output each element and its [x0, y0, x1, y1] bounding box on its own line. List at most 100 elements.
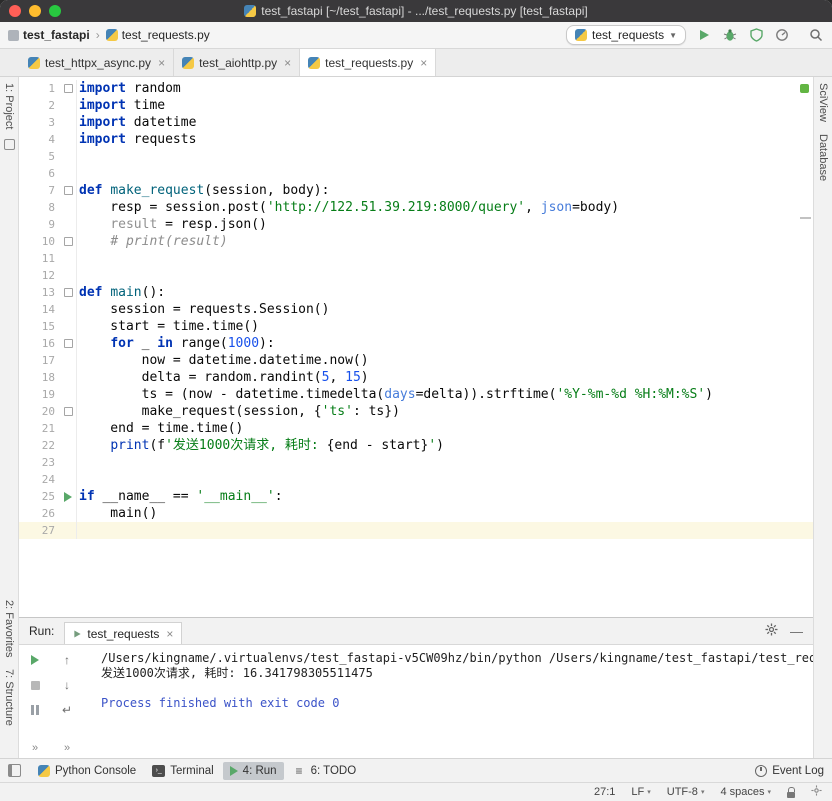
coverage-button[interactable] [748, 27, 764, 43]
gutter[interactable]: 16 [19, 335, 77, 352]
code-line-22[interactable]: 22 print(f'发送1000次请求, 耗时: {end - start}'… [19, 437, 813, 454]
tool-stripe-button-sciview[interactable]: SciView [817, 77, 829, 128]
code-line-17[interactable]: 17 now = datetime.datetime.now() [19, 352, 813, 369]
inspection-profile-icon[interactable] [811, 785, 822, 799]
close-window-icon[interactable] [9, 5, 21, 17]
title-bar[interactable]: test_fastapi [~/test_fastapi] - .../test… [0, 0, 832, 22]
zoom-window-icon[interactable] [49, 5, 61, 17]
gutter[interactable]: 9 [19, 216, 77, 233]
code-line-26[interactable]: 26 main() [19, 505, 813, 522]
tool-stripe-button-1-project[interactable]: 1: Project [3, 77, 15, 135]
code-line-13[interactable]: 13 def main(): [19, 284, 813, 301]
caret-position[interactable]: 27:1 [594, 786, 615, 798]
line-separator-select[interactable]: LF ▾ [631, 786, 650, 798]
gutter[interactable]: 21 [19, 420, 77, 437]
code-line-21[interactable]: 21 end = time.time() [19, 420, 813, 437]
down-stack-icon[interactable]: ↓ [60, 678, 74, 692]
fold-icon[interactable] [63, 339, 73, 348]
gutter[interactable]: 18 [19, 369, 77, 386]
tool-window-button-python-console[interactable]: Python Console [31, 762, 143, 780]
gutter[interactable]: 13 [19, 284, 77, 301]
breadcrumb-file[interactable]: test_requests.py [122, 28, 210, 42]
inspections-ok-icon[interactable] [800, 84, 809, 93]
code-line-5[interactable]: 5 [19, 148, 813, 165]
code-line-16[interactable]: 16 for _ in range(1000): [19, 335, 813, 352]
minimize-window-icon[interactable] [29, 5, 41, 17]
readonly-lock-icon[interactable] [787, 786, 795, 798]
search-icon[interactable] [808, 27, 824, 43]
gutter[interactable]: 1 [19, 80, 77, 97]
encoding-select[interactable]: UTF-8 ▾ [667, 786, 705, 798]
profiler-button[interactable] [774, 27, 790, 43]
tool-stripe-button-7-structure[interactable]: 7: Structure [3, 663, 15, 732]
gutter[interactable]: 20 [19, 403, 77, 420]
gutter[interactable]: 25 [19, 488, 77, 505]
code-line-2[interactable]: 2 import time [19, 97, 813, 114]
code-line-23[interactable]: 23 [19, 454, 813, 471]
gutter[interactable]: 3 [19, 114, 77, 131]
tab-test_requests.py[interactable]: test_requests.py × [300, 49, 437, 76]
fold-icon[interactable] [63, 186, 73, 195]
gutter[interactable]: 5 [19, 148, 77, 165]
code-line-1[interactable]: 1 import random [19, 80, 813, 97]
close-icon[interactable]: × [158, 56, 165, 70]
soft-wrap-icon[interactable]: ↵ [60, 703, 74, 717]
code-line-11[interactable]: 11 [19, 250, 813, 267]
code-line-6[interactable]: 6 [19, 165, 813, 182]
tool-window-button-4-run[interactable]: 4: Run [222, 761, 284, 780]
indent-select[interactable]: 4 spaces ▾ [720, 786, 771, 798]
tool-stripe-button-2-favorites[interactable]: 2: Favorites [3, 594, 15, 663]
code-line-14[interactable]: 14 session = requests.Session() [19, 301, 813, 318]
close-icon[interactable]: × [166, 627, 173, 641]
gutter[interactable]: 6 [19, 165, 77, 182]
run-button[interactable] [696, 27, 712, 43]
fold-icon[interactable] [63, 84, 73, 93]
settings-gear-icon[interactable] [765, 623, 778, 639]
gutter[interactable]: 17 [19, 352, 77, 369]
gutter[interactable]: 4 [19, 131, 77, 148]
pause-output-icon[interactable] [28, 703, 42, 717]
gutter[interactable]: 22 [19, 437, 77, 454]
console-output[interactable]: /Users/kingname/.virtualenvs/test_fastap… [83, 645, 813, 758]
gutter[interactable]: 26 [19, 505, 77, 522]
hide-panel-icon[interactable]: — [790, 624, 803, 639]
gutter[interactable]: 24 [19, 471, 77, 488]
code-line-24[interactable]: 24 [19, 471, 813, 488]
bookmark-icon[interactable] [3, 139, 15, 151]
gutter[interactable]: 7 [19, 182, 77, 199]
close-icon[interactable]: × [284, 56, 291, 70]
code-line-3[interactable]: 3 import datetime [19, 114, 813, 131]
chevron-more-icon[interactable]: » [64, 742, 70, 754]
tool-window-switcher-icon[interactable] [8, 764, 21, 777]
run-config-select[interactable]: test_requests ▼ [566, 25, 686, 45]
tool-window-button-6-todo[interactable]: 6: TODO [286, 762, 364, 780]
code-line-27[interactable]: 27 [19, 522, 813, 539]
tool-window-button-terminal[interactable]: Terminal [145, 762, 220, 780]
tab-test_aiohttp.py[interactable]: test_aiohttp.py × [174, 49, 301, 76]
code-line-15[interactable]: 15 start = time.time() [19, 318, 813, 335]
run-panel-tab[interactable]: test_requests × [64, 622, 183, 644]
tab-test_httpx_async.py[interactable]: test_httpx_async.py × [20, 49, 175, 76]
rerun-icon[interactable] [28, 653, 42, 667]
code-line-12[interactable]: 12 [19, 267, 813, 284]
editor-code[interactable]: 1 import random 2 import time 3 import dateti… [19, 77, 813, 617]
code-line-4[interactable]: 4 import requests [19, 131, 813, 148]
close-icon[interactable]: × [420, 56, 427, 70]
chevron-more-icon[interactable]: » [32, 742, 38, 754]
debug-button[interactable] [722, 27, 738, 43]
code-line-10[interactable]: 10 # print(result) [19, 233, 813, 250]
code-line-19[interactable]: 19 ts = (now - datetime.timedelta(days=d… [19, 386, 813, 403]
gutter[interactable]: 10 [19, 233, 77, 250]
stop-icon[interactable] [28, 678, 42, 692]
code-line-8[interactable]: 8 resp = session.post('http://122.51.39.… [19, 199, 813, 216]
fold-icon[interactable] [63, 288, 73, 297]
code-line-25[interactable]: 25 if __name__ == '__main__': [19, 488, 813, 505]
breadcrumb-project[interactable]: test_fastapi [23, 28, 90, 42]
code-line-9[interactable]: 9 result = resp.json() [19, 216, 813, 233]
code-line-20[interactable]: 20 make_request(session, {'ts': ts}) [19, 403, 813, 420]
gutter[interactable]: 27 [19, 522, 77, 539]
event-log-button[interactable]: Event Log [755, 764, 824, 777]
run-gutter-icon[interactable] [64, 491, 72, 502]
gutter[interactable]: 12 [19, 267, 77, 284]
gutter[interactable]: 2 [19, 97, 77, 114]
